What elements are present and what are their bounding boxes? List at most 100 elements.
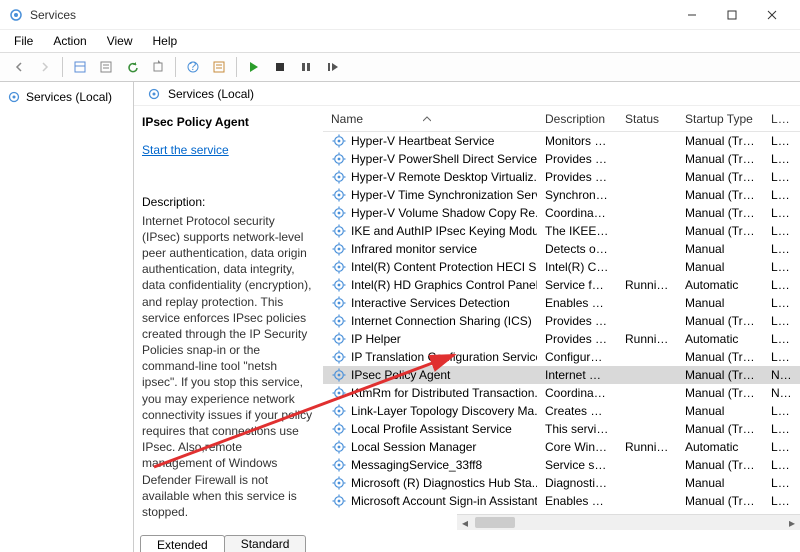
service-name: Hyper-V PowerShell Direct Service xyxy=(351,152,537,166)
pause-service-button[interactable] xyxy=(294,55,318,79)
selected-service-name: IPsec Policy Agent xyxy=(142,114,313,130)
forward-button[interactable] xyxy=(33,55,57,79)
service-logon: Loc xyxy=(763,134,793,148)
table-row[interactable]: IKE and AuthIP IPsec Keying Modu...The I… xyxy=(323,222,800,240)
close-button[interactable] xyxy=(752,1,792,29)
table-row[interactable]: Intel(R) HD Graphics Control Panel...Ser… xyxy=(323,276,800,294)
main-area: Services (Local) Services (Local) IPsec … xyxy=(0,82,800,552)
table-row[interactable]: Hyper-V Time Synchronization Serv...Sync… xyxy=(323,186,800,204)
export-button[interactable] xyxy=(146,55,170,79)
service-name: Interactive Services Detection xyxy=(351,296,510,310)
properties-button[interactable] xyxy=(94,55,118,79)
properties2-button[interactable] xyxy=(207,55,231,79)
scroll-right-icon[interactable]: ▸ xyxy=(784,515,800,530)
help-button[interactable]: ? xyxy=(181,55,205,79)
refresh-button[interactable] xyxy=(120,55,144,79)
maximize-button[interactable] xyxy=(712,1,752,29)
menu-action[interactable]: Action xyxy=(43,32,96,50)
gear-icon xyxy=(331,349,347,365)
table-row[interactable]: IP HelperProvides tu...RunningAutomaticL… xyxy=(323,330,800,348)
description-label: Description: xyxy=(142,194,313,210)
service-name: Local Session Manager xyxy=(351,440,476,454)
table-row[interactable]: IPsec Policy AgentInternet Pro...Manual … xyxy=(323,366,800,384)
gear-icon xyxy=(331,241,347,257)
gear-icon xyxy=(331,259,347,275)
service-startup: Manual xyxy=(677,242,763,256)
title-bar: Services xyxy=(0,0,800,30)
service-desc: Configures ... xyxy=(537,350,617,364)
service-desc: Provides a p... xyxy=(537,170,617,184)
table-row[interactable]: Microsoft Account Sign-in AssistantEnabl… xyxy=(323,492,800,510)
tab-standard[interactable]: Standard xyxy=(224,535,307,552)
table-row[interactable]: KtmRm for Distributed Transaction...Coor… xyxy=(323,384,800,402)
service-desc: Provides ne... xyxy=(537,314,617,328)
col-startup[interactable]: Startup Type xyxy=(677,112,763,126)
tree-node-services-local[interactable]: Services (Local) xyxy=(0,86,133,108)
col-description[interactable]: Description xyxy=(537,112,617,126)
table-row[interactable]: Hyper-V Heartbeat ServiceMonitors th...M… xyxy=(323,132,800,150)
table-row[interactable]: Intel(R) Content Protection HECI S...Int… xyxy=(323,258,800,276)
minimize-button[interactable] xyxy=(672,1,712,29)
service-status: Running xyxy=(617,332,677,346)
show-hide-button[interactable] xyxy=(68,55,92,79)
service-startup: Manual (Trig... xyxy=(677,188,763,202)
table-row[interactable]: Hyper-V Volume Shadow Copy Re...Coordina… xyxy=(323,204,800,222)
gear-icon xyxy=(331,439,347,455)
menu-help[interactable]: Help xyxy=(143,32,188,50)
service-name: Hyper-V Volume Shadow Copy Re... xyxy=(351,206,537,220)
column-headers: Name Description Status Startup Type Log… xyxy=(323,106,800,132)
service-name: Infrared monitor service xyxy=(351,242,477,256)
service-desc: Internet Pro... xyxy=(537,368,617,382)
tree-pane: Services (Local) xyxy=(0,82,134,552)
table-row[interactable]: Link-Layer Topology Discovery Ma...Creat… xyxy=(323,402,800,420)
service-list: Name Description Status Startup Type Log… xyxy=(323,106,800,552)
col-status[interactable]: Status xyxy=(617,112,677,126)
tab-extended[interactable]: Extended xyxy=(140,535,225,552)
service-logon: Loc xyxy=(763,422,793,436)
service-name: Internet Connection Sharing (ICS) xyxy=(351,314,532,328)
service-rows[interactable]: Hyper-V Heartbeat ServiceMonitors th...M… xyxy=(323,132,800,524)
table-row[interactable]: Infrared monitor serviceDetects oth...Ma… xyxy=(323,240,800,258)
gear-icon xyxy=(6,89,22,105)
right-pane: Services (Local) IPsec Policy Agent Star… xyxy=(134,82,800,552)
table-row[interactable]: Local Profile Assistant ServiceThis serv… xyxy=(323,420,800,438)
scrollbar-thumb[interactable] xyxy=(475,517,515,528)
service-desc: Service sup... xyxy=(537,458,617,472)
stop-service-button[interactable] xyxy=(268,55,292,79)
start-service-link[interactable]: Start the service xyxy=(142,142,229,158)
gear-icon xyxy=(331,403,347,419)
restart-service-button[interactable] xyxy=(320,55,344,79)
scroll-left-icon[interactable]: ◂ xyxy=(457,515,473,530)
table-row[interactable]: IP Translation Configuration ServiceConf… xyxy=(323,348,800,366)
back-button[interactable] xyxy=(7,55,31,79)
right-header-title: Services (Local) xyxy=(168,87,254,101)
table-row[interactable]: Interactive Services DetectionEnables us… xyxy=(323,294,800,312)
col-name[interactable]: Name xyxy=(323,112,537,126)
table-row[interactable]: Hyper-V PowerShell Direct ServiceProvide… xyxy=(323,150,800,168)
service-logon: Loc xyxy=(763,350,793,364)
start-service-button[interactable] xyxy=(242,55,266,79)
service-logon: Loc xyxy=(763,476,793,490)
table-row[interactable]: Local Session ManagerCore Windo...Runnin… xyxy=(323,438,800,456)
gear-icon xyxy=(331,169,347,185)
service-startup: Manual (Trig... xyxy=(677,152,763,166)
menu-bar: File Action View Help xyxy=(0,30,800,52)
service-logon: Loc xyxy=(763,494,793,508)
menu-file[interactable]: File xyxy=(4,32,43,50)
table-row[interactable]: MessagingService_33ff8Service sup...Manu… xyxy=(323,456,800,474)
gear-icon xyxy=(331,133,347,149)
service-name: Intel(R) HD Graphics Control Panel... xyxy=(351,278,537,292)
service-startup: Manual (Trig... xyxy=(677,134,763,148)
service-status: Running xyxy=(617,278,677,292)
gear-icon xyxy=(331,277,347,293)
menu-view[interactable]: View xyxy=(97,32,143,50)
col-logon[interactable]: Log On As xyxy=(763,112,793,126)
service-desc: Provides a ... xyxy=(537,152,617,166)
table-row[interactable]: Microsoft (R) Diagnostics Hub Sta...Diag… xyxy=(323,474,800,492)
service-desc: Enables use... xyxy=(537,494,617,508)
gear-icon xyxy=(331,367,347,383)
service-logon: Loc xyxy=(763,314,793,328)
horizontal-scrollbar[interactable]: ◂ ▸ xyxy=(457,514,800,530)
table-row[interactable]: Internet Connection Sharing (ICS) Provide… xyxy=(323,312,800,330)
table-row[interactable]: Hyper-V Remote Desktop Virtualiz...Provi… xyxy=(323,168,800,186)
